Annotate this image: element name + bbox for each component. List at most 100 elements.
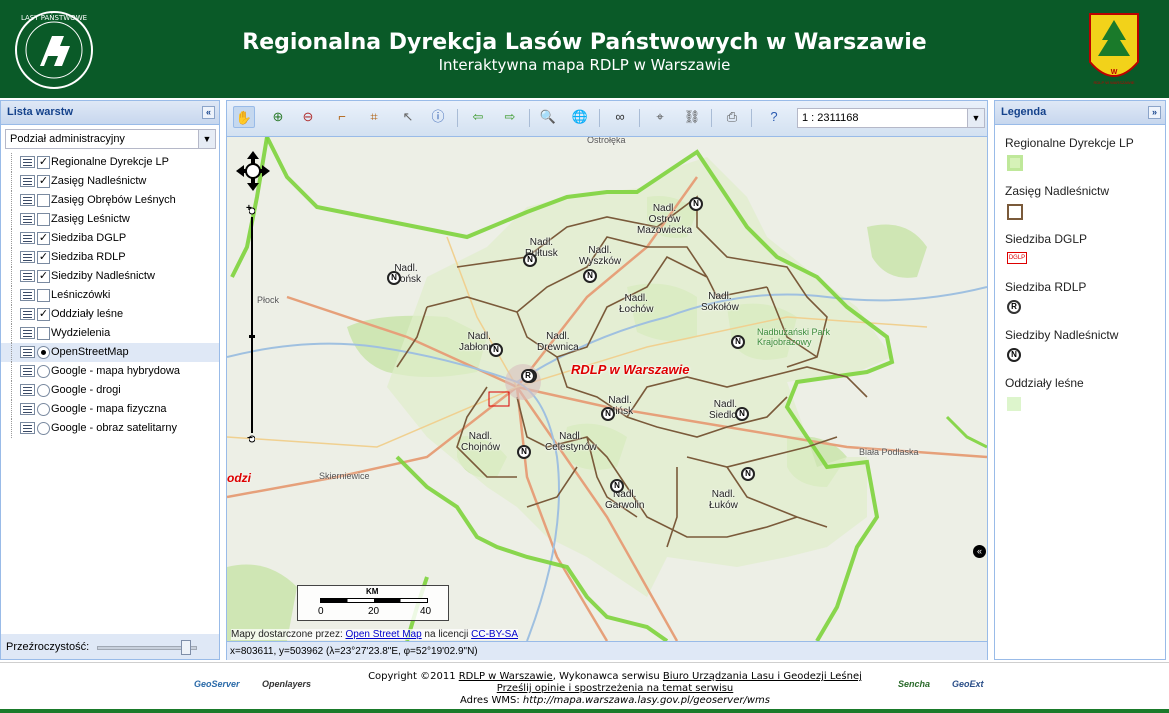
layer-legend-icon[interactable] <box>20 213 35 225</box>
scale-select[interactable]: 1 : 2311168 ▼ <box>797 108 985 128</box>
layer-legend-icon[interactable] <box>20 194 35 206</box>
layer-legend-icon[interactable] <box>20 422 35 434</box>
oddzialy-legend-symbol <box>1007 397 1021 411</box>
layer-item[interactable]: ✓ Siedziba RDLP <box>1 248 219 267</box>
layer-legend-icon[interactable] <box>20 156 35 168</box>
layer-legend-icon[interactable] <box>20 384 35 396</box>
locate-icon[interactable]: ⌖ <box>649 106 671 128</box>
layer-item[interactable]: Google - mapa fizyczna <box>1 400 219 419</box>
search-icon[interactable]: 🔍 <box>537 106 559 128</box>
layer-legend-icon[interactable] <box>20 270 35 282</box>
info-icon[interactable]: ⓘ <box>427 106 449 128</box>
collapse-right-icon[interactable]: » <box>1148 106 1161 119</box>
rdlp-link[interactable]: RDLP w Warszawie <box>459 671 553 682</box>
nadlesnictwo-seat-icon[interactable]: N <box>731 335 745 349</box>
layer-legend-icon[interactable] <box>20 175 35 187</box>
layer-checkbox[interactable] <box>37 327 50 340</box>
zoom-in-icon[interactable]: + <box>246 203 252 214</box>
layer-label: Siedziby Nadleśnictw <box>51 270 155 282</box>
nadlesnictwo-seat-icon[interactable]: N <box>387 271 401 285</box>
tree-line <box>11 248 19 267</box>
layer-label: Google - obraz satelitarny <box>51 422 177 434</box>
layer-legend-icon[interactable] <box>20 403 35 415</box>
chevron-down-icon[interactable]: ▼ <box>967 109 984 127</box>
back-icon[interactable]: ⇦ <box>467 106 489 128</box>
full-extent-icon[interactable]: 🌐 <box>569 106 591 128</box>
layer-item[interactable]: OpenStreetMap <box>1 343 219 362</box>
layer-group-select[interactable]: Podział administracyjny ▼ <box>5 129 216 149</box>
layer-radio[interactable] <box>37 403 50 416</box>
nadlesnictwo-seat-icon[interactable]: N <box>583 269 597 283</box>
layer-legend-icon[interactable] <box>20 289 35 301</box>
zoom-out-icon[interactable]: − <box>247 433 253 444</box>
pan-control[interactable] <box>236 151 270 191</box>
layer-item[interactable]: ✓ Oddziały leśne <box>1 305 219 324</box>
forward-icon[interactable]: ⇨ <box>499 106 521 128</box>
tree-line <box>11 381 19 400</box>
page-footer: GeoServer Openlayers Copyright ©2011 RDL… <box>0 662 1169 713</box>
rdlp-seat-legend-icon: R <box>1007 300 1021 314</box>
nadlesnictwo-seat-icon[interactable]: N <box>689 197 703 211</box>
zoom-in-icon[interactable]: ⊕ <box>267 106 289 128</box>
pan-icon[interactable]: ✋ <box>233 106 255 128</box>
measure-area-icon[interactable]: ⌗ <box>363 106 385 128</box>
nadlesnictwo-seat-icon[interactable]: N <box>735 407 749 421</box>
zoom-out-icon[interactable]: ⊖ <box>297 106 319 128</box>
zoom-slider[interactable] <box>249 207 255 443</box>
layer-legend-icon[interactable] <box>20 346 35 358</box>
bulgl-link[interactable]: Biuro Urządzania Lasu i Geodezji Leśnej <box>663 671 862 682</box>
license-link[interactable]: CC-BY-SA <box>471 629 518 640</box>
nadlesnictwo-seat-icon[interactable]: N <box>741 467 755 481</box>
logo-left-text: LASY PAŃSTWOWE <box>21 13 87 22</box>
layer-legend-icon[interactable] <box>20 327 35 339</box>
binoculars-icon[interactable]: ∞ <box>609 106 631 128</box>
nadlesnictwo-seat-icon[interactable]: N <box>610 479 624 493</box>
layer-item[interactable]: Zasięg Obrębów Leśnych <box>1 191 219 210</box>
chevron-down-icon[interactable]: ▼ <box>198 130 215 148</box>
layer-checkbox[interactable]: ✓ <box>37 156 50 169</box>
osm-link[interactable]: Open Street Map <box>346 629 422 640</box>
layer-radio[interactable] <box>37 346 50 359</box>
opacity-slider-thumb[interactable] <box>181 640 191 655</box>
measure-length-icon[interactable]: ⌐ <box>331 106 353 128</box>
print-icon[interactable]: ⎙ <box>721 106 743 128</box>
layer-item[interactable]: Wydzielenia <box>1 324 219 343</box>
layer-item[interactable]: Google - drogi <box>1 381 219 400</box>
rdlp-seat-icon[interactable]: R <box>521 369 535 383</box>
collapse-left-icon[interactable]: « <box>202 106 215 119</box>
layer-legend-icon[interactable] <box>20 308 35 320</box>
layer-legend-icon[interactable] <box>20 251 35 263</box>
nadlesnictwo-seat-icon[interactable]: N <box>601 407 615 421</box>
select-icon[interactable]: ↖ <box>397 106 419 128</box>
layer-checkbox[interactable] <box>37 213 50 226</box>
nadlesnictwo-seat-icon[interactable]: N <box>523 253 537 267</box>
layer-checkbox[interactable] <box>37 289 50 302</box>
layer-radio[interactable] <box>37 384 50 397</box>
layer-item[interactable]: ✓ Zasięg Nadleśnictw <box>1 172 219 191</box>
layer-radio[interactable] <box>37 422 50 435</box>
wms-label: Adres WMS: <box>460 695 523 706</box>
map-canvas[interactable]: Ostrołęka Płock Skierniewice Biała Podla… <box>227 137 987 641</box>
layer-item[interactable]: Google - obraz satelitarny <box>1 419 219 438</box>
feedback-link[interactable]: Prześlij opinie i spostrzeżenia na temat… <box>497 683 734 694</box>
nadlesnictwo-seat-icon[interactable]: N <box>517 445 531 459</box>
layer-radio[interactable] <box>37 365 50 378</box>
link-icon[interactable]: ⛓ <box>681 106 703 128</box>
layer-legend-icon[interactable] <box>20 365 35 377</box>
layer-item[interactable]: Google - mapa hybrydowa <box>1 362 219 381</box>
layer-item[interactable]: ✓ Siedziby Nadleśnictw <box>1 267 219 286</box>
layer-item[interactable]: Zasięg Leśnictw <box>1 210 219 229</box>
layer-checkbox[interactable] <box>37 194 50 207</box>
nadlesnictwo-seat-icon[interactable]: N <box>489 343 503 357</box>
layer-checkbox[interactable]: ✓ <box>37 175 50 188</box>
layer-item[interactable]: ✓ Regionalne Dyrekcje LP <box>1 153 219 172</box>
layer-checkbox[interactable]: ✓ <box>37 251 50 264</box>
layer-checkbox[interactable]: ✓ <box>37 232 50 245</box>
layer-checkbox[interactable]: ✓ <box>37 270 50 283</box>
overview-toggle-icon[interactable]: « <box>973 545 986 558</box>
layer-item[interactable]: Leśniczówki <box>1 286 219 305</box>
help-icon[interactable]: ? <box>763 106 785 128</box>
layer-legend-icon[interactable] <box>20 232 35 244</box>
layer-checkbox[interactable]: ✓ <box>37 308 50 321</box>
layer-item[interactable]: ✓ Siedziba DGLP <box>1 229 219 248</box>
